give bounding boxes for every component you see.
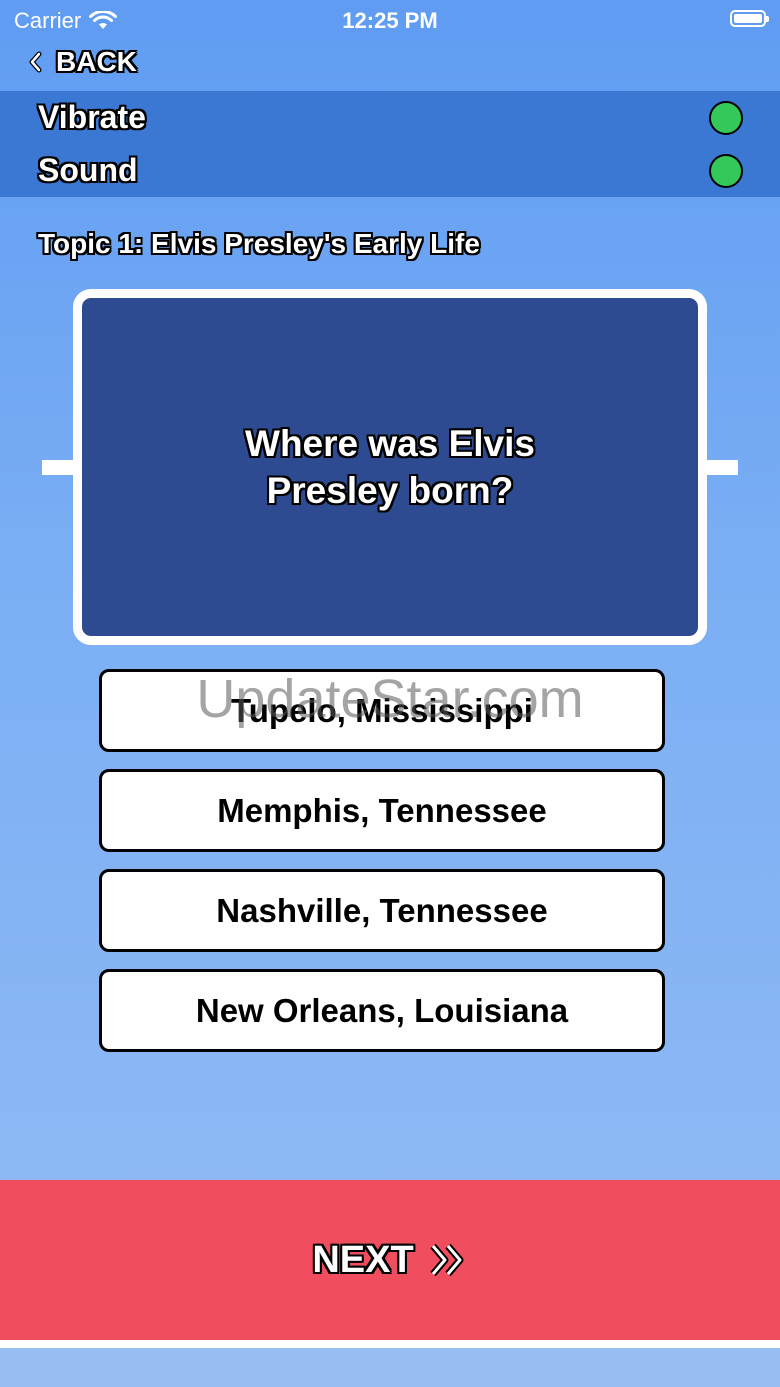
vibrate-label: Vibrate (38, 99, 146, 135)
chevron-left-icon (29, 51, 42, 73)
status-time: 12:25 PM (342, 8, 438, 33)
answer-button-4[interactable]: New Orleans, Louisiana (99, 969, 665, 1052)
vibrate-toggle[interactable] (709, 100, 743, 135)
answer-button-3[interactable]: Nashville, Tennessee (99, 869, 665, 952)
next-label: NEXT (312, 1238, 414, 1281)
settings-panel: Vibrate Sound (0, 91, 780, 197)
answer-button-2[interactable]: Memphis, Tennessee (99, 769, 665, 852)
question-text: Where was Elvis Presley born? (245, 423, 535, 511)
bottom-strip (0, 1348, 780, 1387)
card-connector-left (42, 460, 76, 475)
topic-title: Topic 1: Elvis Presley's Early Life (38, 228, 480, 259)
sound-toggle[interactable] (709, 153, 743, 188)
question-card: Where was Elvis Presley born? (73, 289, 707, 645)
sound-row: Sound (0, 144, 780, 197)
status-bar: Carrier 12:25 PM (0, 0, 780, 40)
double-chevron-right-icon (430, 1243, 464, 1277)
sound-label: Sound (38, 152, 138, 188)
next-button[interactable]: NEXT (0, 1180, 780, 1340)
vibrate-row: Vibrate (0, 91, 780, 144)
answer-button-1[interactable]: Tupelo, Mississippi (99, 669, 665, 752)
back-label: BACK (56, 46, 137, 77)
back-button[interactable]: BACK (28, 46, 137, 78)
bottom-divider (0, 1340, 780, 1348)
battery-icon (730, 10, 769, 27)
card-connector-right (704, 460, 738, 475)
